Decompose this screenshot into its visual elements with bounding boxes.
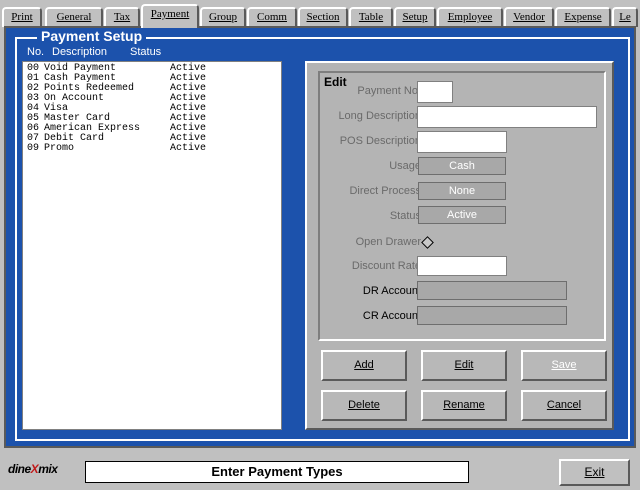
payment-no-field[interactable] — [417, 81, 453, 103]
item-status: Active — [170, 143, 207, 154]
delete-button[interactable]: Delete — [321, 390, 407, 421]
long-description-field[interactable] — [417, 106, 597, 128]
discount-rate-label: Discount Rate — [351, 260, 421, 272]
direct-process-label: Direct Process — [349, 185, 421, 197]
status-selector[interactable]: Active — [418, 206, 506, 224]
tab-tax[interactable]: Tax — [104, 7, 140, 27]
usage-selector[interactable]: Cash — [418, 157, 506, 175]
pos-description-field[interactable] — [417, 131, 507, 153]
save-button[interactable]: Save — [521, 350, 607, 381]
tab-general[interactable]: General — [45, 7, 103, 27]
edit-panel: Edit Payment No. Long Description POS De… — [305, 61, 614, 430]
tab-le[interactable]: Le — [612, 7, 638, 27]
rename-button[interactable]: Rename — [421, 390, 507, 421]
tab-setup[interactable]: Setup — [394, 7, 436, 27]
status-message: Enter Payment Types — [85, 461, 469, 483]
status-label: Status — [389, 210, 421, 222]
logo-text-left: dine — [8, 462, 31, 476]
tab-vendor[interactable]: Vendor — [504, 7, 554, 27]
tab-expense[interactable]: Expense — [555, 7, 611, 27]
exit-button[interactable]: Exit — [559, 459, 630, 486]
dinexmix-logo: dineXmix — [8, 462, 58, 476]
edit-button[interactable]: Edit — [421, 350, 507, 381]
item-no: 09 — [27, 143, 40, 154]
dr-account-label: DR Account — [362, 285, 421, 297]
tab-group[interactable]: Group — [200, 7, 246, 27]
direct-process-selector[interactable]: None — [418, 182, 506, 200]
tab-strip: Print General Tax Payment Group Comm Sec… — [0, 4, 640, 28]
tab-print[interactable]: Print — [2, 7, 42, 27]
open-drawer-label: Open Drawer — [355, 236, 421, 248]
edit-group: Edit Payment No. Long Description POS De… — [318, 71, 606, 341]
dr-account-field[interactable] — [417, 281, 567, 300]
payment-no-label: Payment No. — [357, 85, 421, 97]
item-description: Promo — [44, 143, 75, 154]
discount-rate-field[interactable] — [417, 256, 507, 276]
cancel-button[interactable]: Cancel — [521, 390, 607, 421]
cr-account-field[interactable] — [417, 306, 567, 325]
tab-payment[interactable]: Payment — [141, 4, 199, 28]
payment-list[interactable]: 00 Void Payment Active 01 Cash Payment A… — [22, 61, 282, 430]
tab-employee[interactable]: Employee — [437, 7, 503, 27]
column-header-description: Description — [52, 46, 108, 58]
column-header-status: Status — [130, 46, 162, 58]
cr-account-label: CR Account — [362, 310, 421, 322]
open-drawer-checkbox-icon[interactable] — [421, 236, 434, 249]
tab-section[interactable]: Section — [298, 7, 348, 27]
add-button[interactable]: Add — [321, 350, 407, 381]
logo-text-right: mix — [38, 462, 58, 476]
long-description-label: Long Description — [338, 110, 421, 122]
column-header-no: No. — [27, 46, 45, 58]
panel-title: Payment Setup — [37, 28, 147, 44]
pos-description-label: POS Description — [339, 135, 421, 147]
tab-comm[interactable]: Comm — [247, 7, 297, 27]
tab-table[interactable]: Table — [349, 7, 393, 27]
usage-label: Usage — [389, 160, 421, 172]
list-item[interactable]: 09 Promo Active — [27, 144, 277, 154]
